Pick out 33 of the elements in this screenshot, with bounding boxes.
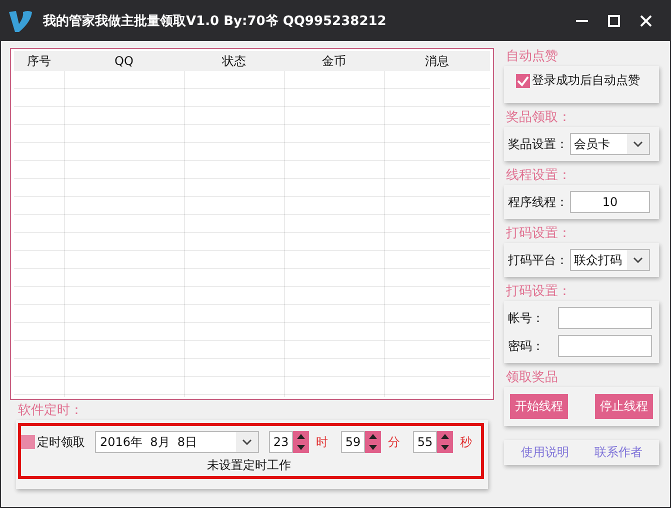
group-title: 打码设置： bbox=[506, 226, 571, 241]
group-title: 领取奖品 bbox=[506, 370, 558, 385]
unit-label: 秒 bbox=[459, 434, 473, 450]
column-header[interactable]: 序号 bbox=[14, 52, 64, 70]
column-header[interactable]: 金币 bbox=[284, 52, 384, 70]
column-header[interactable]: 状态 bbox=[184, 52, 284, 70]
field-label: 打码平台： bbox=[508, 252, 568, 268]
link[interactable]: 使用说明 bbox=[520, 444, 569, 461]
field-label: 奖品设置： bbox=[508, 136, 568, 152]
field-label: 帐号： bbox=[508, 310, 544, 326]
spin-field[interactable]: 23 bbox=[269, 431, 293, 453]
group-title: 打码设置： bbox=[506, 284, 571, 299]
unit-label: 分 bbox=[387, 434, 401, 450]
date-picker[interactable]: 2016年 8月 8日 bbox=[95, 431, 259, 453]
link[interactable]: 联系作者 bbox=[594, 444, 642, 461]
dropdown[interactable]: 会员卡 bbox=[570, 133, 650, 155]
checkbox-label: 定时领取 bbox=[37, 434, 85, 450]
column-header[interactable]: 消息 bbox=[384, 52, 490, 70]
spin-field[interactable]: 59 bbox=[341, 431, 365, 453]
field-label: 密码： bbox=[508, 338, 544, 354]
field-label: 程序线程： bbox=[508, 194, 568, 210]
group-title: 软件定时： bbox=[18, 403, 83, 418]
group-title: 奖品领取： bbox=[506, 110, 571, 125]
column-header[interactable]: QQ bbox=[64, 54, 184, 68]
input-field[interactable]: 10 bbox=[570, 191, 650, 213]
status-text: 未设置定时工作 bbox=[206, 457, 292, 474]
unit-label: 时 bbox=[315, 434, 329, 450]
dropdown[interactable]: 联众打码 bbox=[570, 249, 650, 271]
window-title: 我的管家我做主批量领取V1.0 By:70爷 QQ995238212 bbox=[43, 12, 386, 30]
group-title: 线程设置： bbox=[506, 168, 571, 183]
group-title: 自动点赞 bbox=[506, 49, 558, 64]
checkbox-label: 登录成功后自动点赞 bbox=[532, 72, 640, 89]
spin-field[interactable]: 55 bbox=[413, 431, 437, 453]
